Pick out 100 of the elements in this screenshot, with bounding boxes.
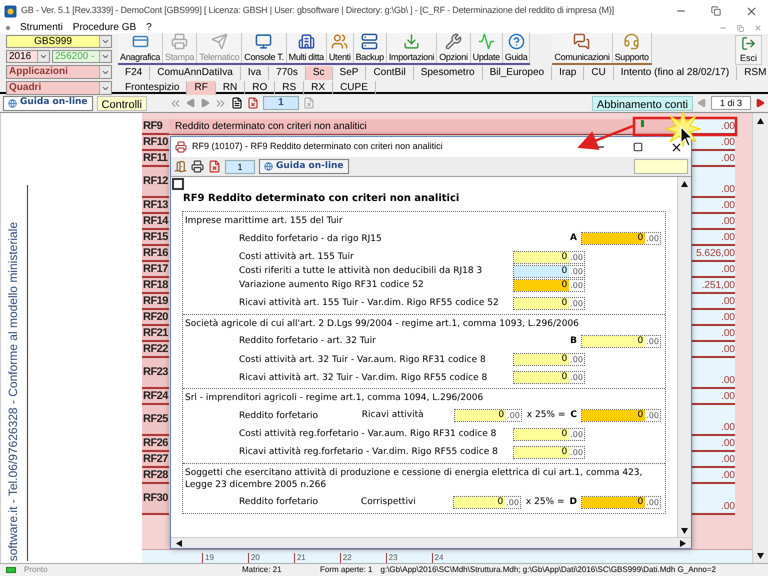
amount-cell[interactable]: .00: [691, 151, 735, 167]
tab[interactable]: CU: [584, 66, 614, 80]
amount-cell[interactable]: .00: [691, 358, 735, 389]
document-delete-icon[interactable]: [208, 160, 221, 173]
checkbox[interactable]: [172, 178, 184, 190]
company-dropdown[interactable]: GBS999: [6, 35, 112, 48]
amount-cell[interactable]: .00: [691, 167, 735, 198]
close-icon[interactable]: [670, 140, 683, 154]
amount-cell[interactable]: .00: [691, 198, 735, 214]
toolbar-button[interactable]: Comunicazioni: [552, 33, 613, 63]
tab[interactable]: RX: [304, 81, 334, 95]
amount-cell[interactable]: .00: [691, 326, 735, 342]
amount-field[interactable]: 0 .00: [513, 428, 585, 440]
input-field[interactable]: [634, 159, 688, 174]
amount-field[interactable]: 0 .00: [513, 353, 585, 366]
amount-field[interactable]: 0 .00: [513, 250, 585, 264]
scroll-down-icon[interactable]: [681, 527, 688, 534]
amount-cell[interactable]: .00: [691, 310, 735, 326]
toolbar-button[interactable]: Importazioni: [386, 33, 438, 63]
toolbar-button[interactable]: Anagrafica: [118, 33, 164, 63]
maximize-icon[interactable]: [633, 142, 643, 152]
tab[interactable]: Irap: [552, 66, 584, 80]
page-field[interactable]: 1: [225, 160, 255, 174]
amount-field[interactable]: 0 .00: [452, 496, 521, 509]
amount-field[interactable]: 0 .00: [513, 446, 585, 458]
scroll-right-icon[interactable]: [680, 540, 687, 546]
printer-icon[interactable]: [191, 160, 204, 173]
restore-icon[interactable]: [711, 6, 721, 16]
applications-dropdown[interactable]: Applicazioni: [6, 65, 112, 79]
tab[interactable]: RO: [245, 81, 276, 95]
tab[interactable]: RN: [216, 81, 246, 95]
amount-field[interactable]: 0 .00: [454, 409, 522, 422]
tab[interactable]: Intento (fino al 28/02/17): [614, 66, 738, 80]
caret-icon: [39, 52, 48, 61]
toolbar-button[interactable]: Supporto: [612, 33, 652, 63]
amount-cell[interactable]: .00: [691, 468, 735, 484]
tab[interactable]: Spesometro: [414, 66, 483, 80]
document-icon[interactable]: [230, 97, 243, 109]
toolbar-button[interactable]: Guida: [502, 33, 530, 63]
amount-cell[interactable]: .00: [691, 436, 735, 452]
horizontal-scrollbar[interactable]: [171, 537, 691, 548]
help-button[interactable]: Guida on-line: [3, 96, 93, 110]
amount-field[interactable]: 0 .00: [513, 264, 585, 278]
tab[interactable]: RS: [275, 81, 304, 95]
tab[interactable]: Bil_Europeo: [482, 66, 552, 80]
amount-cell[interactable]: .00: [691, 452, 735, 468]
amount-cell[interactable]: .00: [691, 230, 735, 246]
amount-cell[interactable]: .00: [691, 484, 735, 515]
toolbar-button[interactable]: Multi ditta: [286, 33, 327, 63]
toolbar-button[interactable]: Opzioni: [437, 33, 471, 63]
tab[interactable]: ContBil: [366, 66, 414, 80]
amount-field[interactable]: 0 .00: [581, 496, 661, 509]
triangle-right-icon[interactable]: [755, 98, 765, 108]
amount-field[interactable]: 0 .00: [581, 334, 661, 348]
toolbar-button[interactable]: Utenti: [326, 33, 354, 63]
amount-field[interactable]: 0 .00: [581, 409, 661, 422]
tab[interactable]: F24: [118, 66, 150, 80]
controls-button[interactable]: Controlli: [96, 96, 147, 110]
amount-cell[interactable]: .251,00: [691, 278, 735, 294]
tab[interactable]: Sc: [306, 66, 333, 80]
toolbar-button[interactable]: Console T.: [242, 33, 287, 63]
toolbar-button[interactable]: Update: [470, 33, 503, 63]
vertical-scrollbar[interactable]: [752, 113, 768, 563]
pager-field[interactable]: 1 di 3: [711, 96, 751, 110]
sections-dropdown[interactable]: Quadri: [6, 81, 112, 95]
amount-cell[interactable]: .00: [691, 405, 735, 436]
amount-cell[interactable]: .00: [691, 294, 735, 310]
amount-field[interactable]: 0 .00: [513, 296, 585, 310]
tab[interactable]: Iva: [240, 66, 270, 80]
amount-cell[interactable]: .00: [691, 262, 735, 278]
close-icon[interactable]: [745, 4, 758, 18]
tab[interactable]: RSM: [737, 66, 768, 80]
tab[interactable]: CUPE: [333, 81, 376, 95]
tab[interactable]: RF: [187, 81, 216, 95]
tab[interactable]: ComuAnnDatiIva: [150, 66, 241, 80]
exit-button[interactable]: Esci: [734, 35, 762, 65]
amount-field[interactable]: 0 .00: [581, 232, 661, 246]
scroll-down-icon[interactable]: [757, 552, 764, 559]
scroll-left-icon[interactable]: [175, 540, 182, 546]
amount-field[interactable]: 0 .00: [513, 371, 585, 384]
scroll-up-icon[interactable]: [757, 117, 764, 124]
tab[interactable]: SeP: [332, 66, 366, 80]
vertical-scrollbar[interactable]: [677, 177, 691, 537]
amount-cell[interactable]: 5.626,00: [691, 246, 735, 262]
door-icon[interactable]: [174, 160, 187, 173]
year-dropdown[interactable]: 2016: [6, 50, 50, 63]
amount-cell[interactable]: .00: [691, 342, 735, 358]
amount-field[interactable]: 0 .00: [513, 278, 585, 292]
accounts-button[interactable]: Abbinamento conti: [592, 96, 693, 110]
toolbar-button[interactable]: Backup: [354, 33, 387, 63]
menu-item[interactable]: ?: [146, 22, 152, 34]
page-field[interactable]: 1: [262, 96, 299, 110]
scroll-up-icon[interactable]: [681, 180, 688, 187]
document-delete-icon[interactable]: [246, 97, 259, 109]
menu-item[interactable]: Procedure GB: [72, 22, 136, 34]
amount-cell[interactable]: .00: [691, 389, 735, 405]
menu-item[interactable]: Strumenti: [20, 22, 63, 34]
amount-cell[interactable]: .00: [691, 214, 735, 230]
help-button[interactable]: Guida on-line: [259, 159, 349, 174]
restore-icon[interactable]: [737, 24, 744, 32]
